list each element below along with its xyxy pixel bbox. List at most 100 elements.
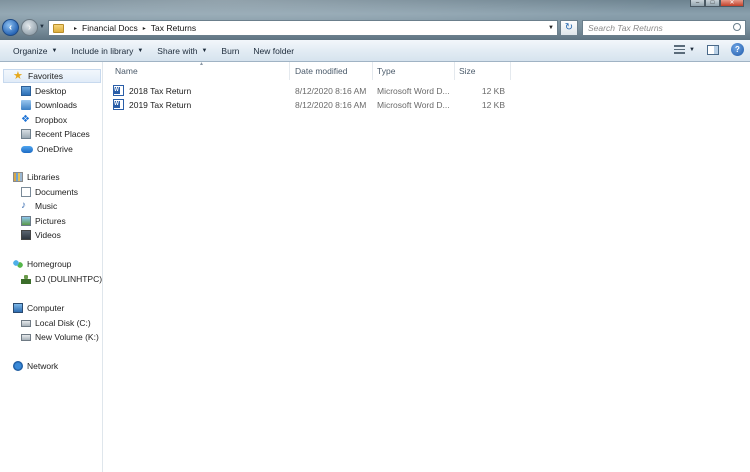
nav-label: Downloads: [35, 100, 78, 110]
document-icon: [21, 187, 31, 197]
file-list: ▲ Name Date modified Type Size 2018 Tax …: [104, 61, 750, 472]
back-button[interactable]: ‹: [2, 19, 19, 36]
nav-libraries[interactable]: Libraries: [13, 170, 60, 184]
nav-computer[interactable]: Computer: [13, 301, 64, 315]
file-name: 2018 Tax Return: [129, 86, 192, 96]
nav-label: Documents: [35, 187, 78, 197]
recent-pages-dropdown[interactable]: ▼: [39, 24, 45, 30]
change-view-icon[interactable]: [674, 45, 686, 54]
chevron-down-icon: ▼: [201, 47, 208, 54]
share-with-label: Share with: [157, 45, 198, 56]
column-type[interactable]: Type: [377, 66, 395, 76]
help-icon[interactable]: ?: [731, 43, 744, 56]
breadcrumb-financial-docs[interactable]: Financial Docs: [82, 23, 138, 33]
nav-favorites[interactable]: ★ Favorites: [3, 69, 101, 83]
music-note-icon: ♪: [21, 200, 26, 211]
maximize-button[interactable]: □: [705, 0, 720, 7]
word-document-icon: [113, 85, 124, 96]
breadcrumb-tax-returns[interactable]: Tax Returns: [151, 23, 196, 33]
file-type: Microsoft Word D...: [377, 86, 450, 96]
column-divider[interactable]: [289, 62, 290, 80]
nav-label: Recent Places: [35, 129, 90, 139]
nav-homegroup-user[interactable]: DJ (DULINHTPC): [21, 272, 102, 286]
burn-button[interactable]: Burn: [214, 40, 246, 61]
file-date-modified: 8/12/2020 8:16 AM: [295, 100, 367, 110]
nav-videos[interactable]: Videos: [21, 228, 61, 242]
nav-label: Videos: [35, 230, 61, 240]
navigation-pane: ★ Favorites Desktop Downloads ❖ Dropbox …: [0, 62, 103, 472]
nav-recent-places[interactable]: Recent Places: [21, 127, 90, 141]
nav-label: Favorites: [28, 71, 63, 81]
nav-music[interactable]: ♪ Music: [21, 199, 57, 213]
share-with-button[interactable]: Share with ▼: [150, 40, 214, 61]
breadcrumb-separator[interactable]: ▸: [74, 25, 77, 32]
chevron-down-icon: ▼: [137, 47, 144, 54]
new-folder-label: New folder: [253, 45, 295, 56]
nav-label: Network: [27, 361, 59, 371]
new-folder-button[interactable]: New folder: [246, 40, 301, 61]
breadcrumb-separator[interactable]: ▸: [143, 25, 146, 32]
nav-label: Homegroup: [27, 259, 72, 269]
column-size[interactable]: Size: [459, 66, 476, 76]
search-input[interactable]: Search Tax Returns: [582, 20, 746, 36]
file-row[interactable]: 2019 Tax Return 8/12/2020 8:16 AM Micros…: [113, 98, 533, 112]
word-document-icon: [113, 99, 124, 110]
preview-pane-icon[interactable]: [707, 44, 719, 55]
column-divider[interactable]: [372, 62, 373, 80]
column-divider[interactable]: [454, 62, 455, 80]
homegroup-icon: [13, 259, 23, 269]
nav-network[interactable]: Network: [13, 359, 58, 373]
desktop-icon: [21, 86, 31, 96]
organize-button[interactable]: Organize ▼: [6, 40, 64, 61]
nav-desktop[interactable]: Desktop: [21, 84, 66, 98]
pictures-icon: [21, 216, 31, 226]
dropbox-icon: ❖: [21, 114, 30, 125]
user-icon: [21, 274, 31, 284]
libraries-icon: [13, 172, 23, 182]
nav-label: Libraries: [27, 172, 60, 182]
window-controls: – □ ✕: [690, 0, 744, 7]
nav-label: Pictures: [35, 216, 66, 226]
folder-icon: [53, 23, 64, 33]
search-placeholder: Search Tax Returns: [588, 23, 663, 33]
nav-pictures[interactable]: Pictures: [21, 214, 66, 228]
file-size: 12 KB: [481, 86, 505, 96]
file-date-modified: 8/12/2020 8:16 AM: [295, 86, 367, 96]
star-icon: ★: [13, 70, 23, 82]
file-size: 12 KB: [481, 100, 505, 110]
minimize-button[interactable]: –: [690, 0, 705, 7]
nav-onedrive[interactable]: OneDrive: [21, 142, 73, 156]
nav-new-volume[interactable]: New Volume (K:): [21, 330, 99, 344]
sort-indicator-icon: ▲: [199, 61, 204, 67]
file-row[interactable]: 2018 Tax Return 8/12/2020 8:16 AM Micros…: [113, 84, 533, 98]
include-in-library-label: Include in library: [71, 45, 134, 56]
close-button[interactable]: ✕: [720, 0, 744, 7]
command-bar: Organize ▼ Include in library ▼ Share wi…: [0, 40, 750, 62]
recent-places-icon: [21, 129, 31, 139]
view-options-dropdown[interactable]: ▼: [689, 47, 695, 53]
column-date-modified[interactable]: Date modified: [295, 66, 347, 76]
nav-dropbox[interactable]: ❖ Dropbox: [21, 113, 67, 127]
nav-label: OneDrive: [37, 144, 73, 154]
column-divider[interactable]: [510, 62, 511, 80]
refresh-button[interactable]: ↻: [560, 20, 578, 36]
nav-local-disk[interactable]: Local Disk (C:): [21, 316, 91, 330]
nav-label: DJ (DULINHTPC): [35, 274, 103, 284]
column-name[interactable]: Name: [115, 66, 138, 76]
column-header-row: ▲ Name Date modified Type Size: [104, 61, 750, 81]
cloud-icon: [21, 145, 33, 153]
address-bar[interactable]: ▸ Financial Docs ▸ Tax Returns ▼: [48, 20, 558, 36]
video-icon: [21, 230, 31, 240]
nav-documents[interactable]: Documents: [21, 185, 78, 199]
computer-icon: [13, 303, 23, 313]
address-history-dropdown[interactable]: ▼: [548, 25, 554, 31]
nav-label: New Volume (K:): [35, 332, 99, 342]
search-icon[interactable]: [733, 23, 741, 31]
hard-drive-icon: [21, 333, 31, 341]
nav-homegroup[interactable]: Homegroup: [13, 257, 71, 271]
forward-button[interactable]: ›: [21, 19, 38, 36]
nav-downloads[interactable]: Downloads: [21, 98, 77, 112]
nav-label: Music: [35, 201, 58, 211]
chevron-down-icon: ▼: [51, 47, 58, 54]
include-in-library-button[interactable]: Include in library ▼: [64, 40, 150, 61]
